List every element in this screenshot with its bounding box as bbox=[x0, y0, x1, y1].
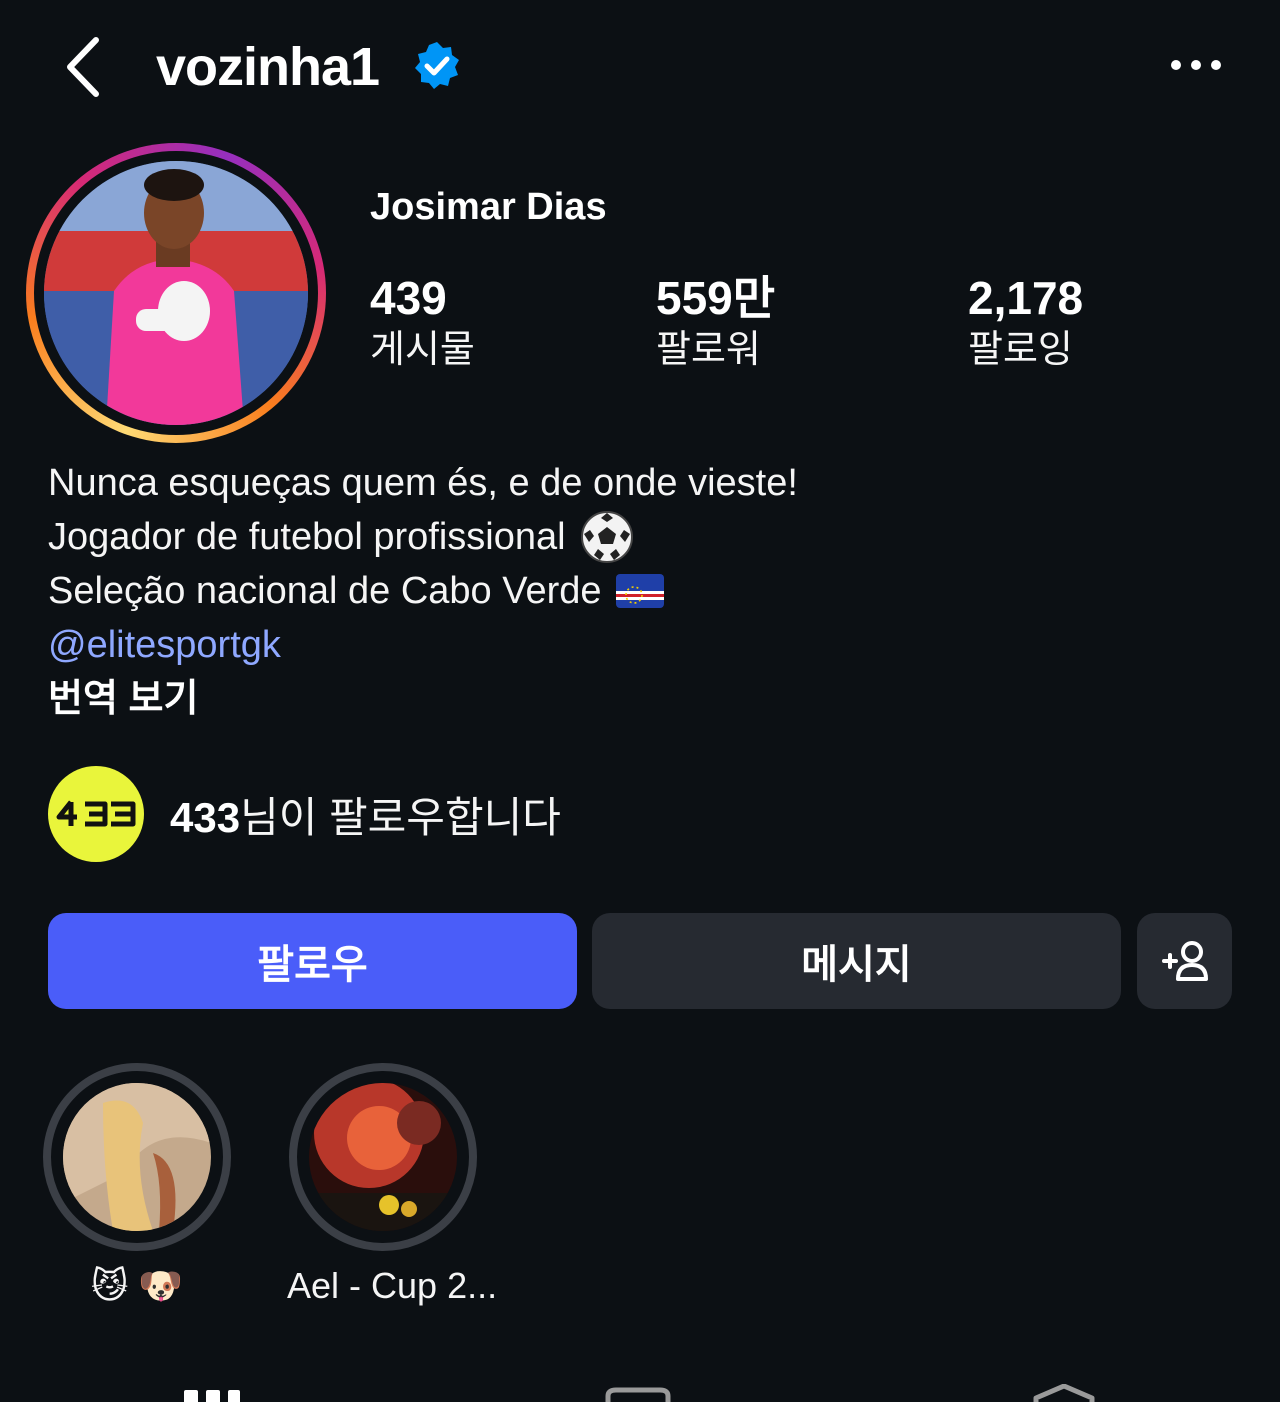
bio-line: Seleção nacional de Cabo Verde bbox=[48, 570, 602, 612]
bio-line: Jogador de futebol profissional bbox=[48, 516, 566, 558]
followed-by-avatar bbox=[48, 766, 144, 862]
grid-icon[interactable] bbox=[184, 1390, 240, 1402]
profile-username: vozinha1 bbox=[156, 37, 380, 97]
cape-verde-flag-icon bbox=[615, 574, 664, 608]
stat-value: 2,178 bbox=[968, 272, 1084, 324]
followed-by-name: 433 bbox=[170, 793, 241, 841]
verified-badge-icon bbox=[415, 42, 459, 89]
highlight-ring bbox=[43, 1063, 231, 1251]
suggest-people-button[interactable] bbox=[1137, 913, 1232, 1009]
highlight-cover bbox=[63, 1083, 211, 1231]
followed-by-text: 433님이 팔로우합니다 bbox=[170, 784, 561, 845]
soccer-ball-icon bbox=[580, 511, 633, 563]
stat-posts[interactable]: 439 게시물 bbox=[370, 270, 475, 374]
profile-full-name: Josimar Dias bbox=[370, 186, 607, 228]
profile-avatar[interactable] bbox=[26, 143, 326, 443]
story-highlight[interactable]: Ael - Cup 2... bbox=[287, 1063, 498, 1307]
bio-mention-link[interactable]: @elitesportgk bbox=[48, 618, 281, 672]
stat-label: 게시물 bbox=[370, 329, 475, 371]
tagged-icon[interactable] bbox=[1033, 1383, 1095, 1402]
avatar-photo bbox=[44, 161, 308, 425]
story-highlight[interactable]: 😼 🐶 bbox=[41, 1063, 233, 1307]
highlight-ring bbox=[289, 1063, 477, 1251]
stat-followers[interactable]: 559만 팔로워 bbox=[656, 270, 775, 374]
follow-button[interactable]: 팔로우 bbox=[48, 913, 577, 1009]
stat-label: 팔로워 bbox=[656, 329, 761, 371]
reels-icon[interactable] bbox=[605, 1387, 671, 1402]
highlight-label: Ael - Cup 2... bbox=[287, 1265, 498, 1306]
stat-value: 439 bbox=[370, 272, 447, 324]
stat-label: 팔로잉 bbox=[968, 329, 1073, 371]
chevron-left-icon bbox=[67, 37, 99, 97]
message-button[interactable]: 메시지 bbox=[592, 913, 1121, 1009]
highlight-label: 😼 🐶 bbox=[90, 1265, 184, 1306]
followed-by-suffix: 님이 팔로우합니다 bbox=[240, 793, 561, 841]
stat-value: 559만 bbox=[656, 272, 776, 324]
profile-bio: Nunca esqueças quem és, e de onde vieste… bbox=[48, 456, 798, 726]
add-person-icon bbox=[1161, 941, 1208, 981]
more-options-button[interactable] bbox=[1168, 50, 1224, 80]
more-horizontal-icon bbox=[1171, 60, 1221, 70]
highlight-cover bbox=[309, 1083, 457, 1231]
profile-page: vozinha1 Josimar Dias 439 게시물 559만 팔로워 2… bbox=[0, 0, 1280, 1402]
followed-by[interactable]: 433님이 팔로우합니다 bbox=[48, 766, 561, 862]
433-logo-icon bbox=[56, 800, 136, 827]
bio-line: Nunca esqueças quem és, e de onde vieste… bbox=[48, 462, 798, 504]
see-translation-link[interactable]: 번역 보기 bbox=[48, 672, 198, 726]
stat-following[interactable]: 2,178 팔로잉 bbox=[968, 270, 1083, 374]
profile-tab-bar bbox=[0, 1383, 1280, 1402]
back-button[interactable] bbox=[58, 34, 108, 100]
